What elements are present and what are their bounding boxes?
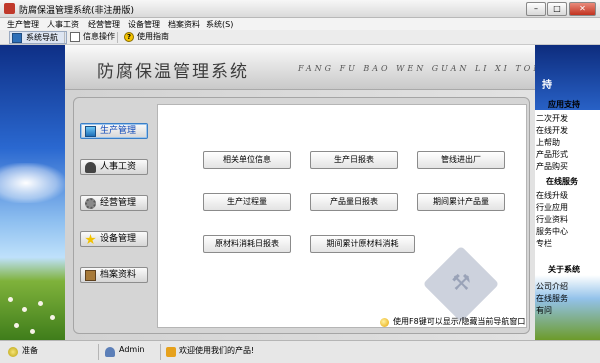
status-divider (98, 344, 99, 360)
function-button-material-daily[interactable]: 原材料消耗日报表 (203, 235, 291, 253)
support-heading: 持 (542, 80, 552, 91)
nav-production-button[interactable]: 生产管理 (80, 123, 148, 139)
star-icon (85, 234, 96, 245)
help-icon: ? (124, 32, 134, 42)
minimize-button[interactable]: – (526, 2, 546, 16)
person-icon (85, 162, 96, 173)
app-icon (4, 3, 15, 14)
info-icon (166, 347, 176, 357)
left-decorative-panel (0, 45, 65, 340)
status-welcome: 欢迎使用我们的产品! (179, 346, 255, 355)
toolbar-label: 使用指南 (137, 32, 169, 41)
document-icon (70, 32, 80, 42)
menu-production[interactable]: 生产管理 (7, 19, 39, 30)
support-link[interactable]: 在线升级 (536, 190, 568, 201)
toolbar-separator (117, 32, 118, 43)
function-button-process-volume[interactable]: 生产过程量 (203, 193, 291, 211)
tools-icon: ⚒ (451, 271, 471, 296)
function-button-product-daily[interactable]: 产品量日报表 (310, 193, 398, 211)
banner: 防腐保温管理系统 FANG FU BAO WEN GUAN LI XI TONG (65, 45, 550, 90)
flower-image (50, 315, 55, 320)
support-link[interactable]: 产品形式 (536, 149, 568, 160)
user-icon (105, 347, 115, 357)
archive-icon (85, 270, 96, 281)
status-bar: 准备 Admin 欢迎使用我们的产品! (0, 340, 600, 363)
navigation-icon (12, 33, 22, 43)
support-link[interactable]: 行业资料 (536, 214, 568, 225)
flower-image (30, 329, 35, 334)
toolbar-system-navigation-button[interactable]: 系统导航 (9, 31, 67, 44)
function-button-related-units[interactable]: 相关单位信息 (203, 151, 291, 169)
support-section-title: 关于系统 (548, 265, 580, 274)
function-button-period-material[interactable]: 期间累计原材料消耗 (310, 235, 415, 253)
flower-image (38, 301, 43, 306)
maximize-button[interactable]: □ (547, 2, 567, 16)
function-button-daily-production[interactable]: 生产日报表 (310, 151, 398, 169)
nav-archives-button[interactable]: 档案资料 (80, 267, 148, 283)
flower-image (22, 307, 27, 312)
toolbar-label: 信息操作 (83, 32, 115, 41)
toolbar-info-operation-button[interactable]: 信息操作 (67, 31, 127, 44)
toolbar-user-guide-button[interactable]: ? 使用指南 (121, 31, 181, 44)
support-link[interactable]: 上帮助 (536, 137, 560, 148)
navigation-hint: 使用F8键可以显示/隐藏当前导航窗口 (393, 317, 526, 326)
support-link[interactable]: 产品购买 (536, 161, 568, 172)
support-link[interactable]: 服务中心 (536, 226, 568, 237)
support-section-title: 应用支持 (548, 100, 580, 109)
menu-hr[interactable]: 人事工资 (47, 19, 79, 30)
toolbar-separator (64, 32, 65, 43)
gear-icon (85, 198, 96, 209)
title-bar: 防腐保温管理系统(非注册版) – □ ✕ (0, 0, 600, 18)
menu-equipment[interactable]: 设备管理 (128, 19, 160, 30)
cloud-image (0, 163, 65, 203)
support-link[interactable]: 在线服务 (536, 293, 568, 304)
support-section-title: 在线服务 (546, 177, 578, 186)
close-button[interactable]: ✕ (569, 2, 596, 16)
support-link[interactable]: 公司介绍 (536, 281, 568, 292)
menu-bar: 生产管理 人事工资 经营管理 设备管理 档案资料 系统(S) (0, 18, 600, 30)
support-link[interactable]: 行业应用 (536, 202, 568, 213)
lightbulb-icon (380, 318, 389, 327)
support-link[interactable]: 在线开发 (536, 125, 568, 136)
monitor-icon (85, 126, 96, 137)
banner-subtitle: FANG FU BAO WEN GUAN LI XI TONG (298, 64, 553, 73)
support-link[interactable]: 有问 (536, 305, 552, 316)
nav-operations-button[interactable]: 经营管理 (80, 195, 148, 211)
support-link[interactable]: 二次开发 (536, 113, 568, 124)
flower-image (8, 297, 13, 302)
flower-image (14, 323, 19, 328)
window-title: 防腐保温管理系统(非注册版) (19, 6, 135, 16)
function-button-period-product[interactable]: 期间累计产品量 (417, 193, 505, 211)
nav-label: 人事工资 (100, 162, 137, 172)
menu-system[interactable]: 系统(S) (206, 19, 233, 30)
nav-hr-button[interactable]: 人事工资 (80, 159, 148, 175)
nav-label: 档案资料 (100, 270, 137, 280)
menu-archives[interactable]: 档案资料 (168, 19, 200, 30)
menu-operations[interactable]: 经营管理 (88, 19, 120, 30)
nav-equipment-button[interactable]: 设备管理 (80, 231, 148, 247)
nav-label: 生产管理 (100, 126, 137, 136)
banner-title: 防腐保温管理系统 (97, 62, 249, 82)
nav-label: 经营管理 (100, 198, 137, 208)
nav-label: 设备管理 (100, 234, 137, 244)
toolbar-label: 系统导航 (26, 33, 58, 42)
support-link[interactable]: 专栏 (536, 238, 552, 249)
status-divider (160, 344, 161, 360)
status-state: 准备 (22, 346, 38, 355)
function-button-pipeline-in-out[interactable]: 管线进出厂 (417, 151, 505, 169)
status-user: Admin (119, 345, 145, 354)
ready-icon (8, 347, 18, 357)
toolbar: 系统导航 信息操作 ? 使用指南 (0, 30, 600, 45)
